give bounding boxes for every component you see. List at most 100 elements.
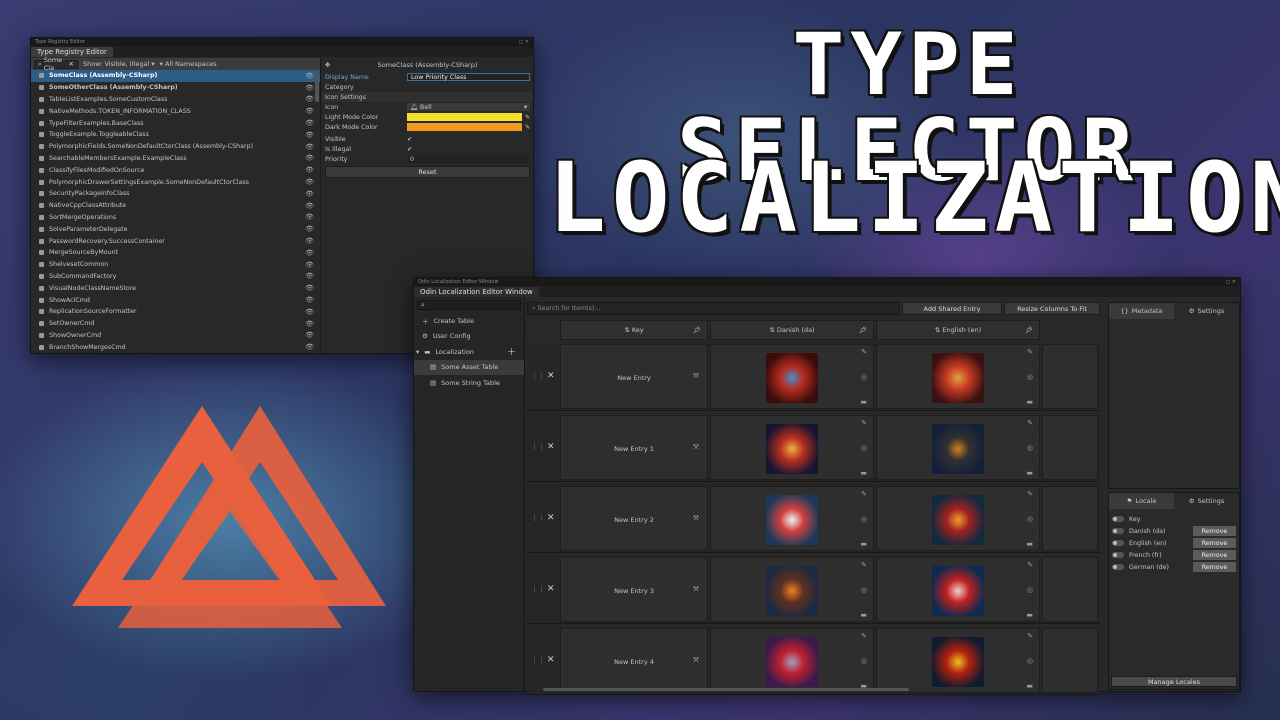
edit-icon[interactable]: ✎ bbox=[1027, 419, 1033, 427]
folder-icon[interactable]: ▬ bbox=[1026, 540, 1033, 548]
danish-asset-cell[interactable]: ✎ ◎ ▬ bbox=[710, 415, 874, 480]
eye-icon[interactable]: 👁︎ bbox=[305, 272, 314, 280]
illegal-checkbox[interactable]: ✔ bbox=[407, 146, 412, 153]
maximize-icon[interactable]: ◻ bbox=[519, 39, 523, 45]
category-input[interactable] bbox=[407, 83, 530, 91]
eye-icon[interactable]: 👁︎ bbox=[305, 202, 314, 210]
eye-icon[interactable]: 👁︎ bbox=[305, 237, 314, 245]
select-object-icon[interactable]: ◎ bbox=[1027, 515, 1033, 523]
wrench-icon[interactable]: ⚒ bbox=[693, 372, 699, 380]
icon-dropdown[interactable]: 🔔︎ Bell ▾ bbox=[407, 103, 530, 111]
column-header-key[interactable]: ⇅ Key 📌︎ bbox=[560, 320, 708, 340]
edit-icon[interactable]: ✎ bbox=[861, 490, 867, 498]
eyedropper-icon[interactable]: ✎ bbox=[525, 124, 530, 131]
folder-icon[interactable]: ▬ bbox=[1026, 682, 1033, 690]
type-list-item[interactable]: PolymorphicDrawerSettingsExample.SomeNon… bbox=[31, 176, 320, 188]
delete-entry-icon[interactable]: ✕ bbox=[547, 442, 555, 452]
locale-visibility-toggle[interactable] bbox=[1112, 552, 1124, 558]
visibility-filter-dropdown[interactable]: Show: Visible, Illegal ▾ bbox=[83, 60, 155, 68]
maximize-icon[interactable]: ◻ bbox=[1226, 279, 1230, 285]
sidebar-item-string-table[interactable]: ▤ Some String Table bbox=[414, 375, 524, 391]
eye-icon[interactable]: 👁︎ bbox=[305, 296, 314, 304]
type-list-item[interactable]: SomeOtherClass (Assembly-CSharp) 👁︎ bbox=[31, 82, 320, 94]
edit-icon[interactable]: ✎ bbox=[1027, 632, 1033, 640]
icon-settings-group[interactable]: Icon Settings bbox=[322, 92, 533, 102]
key-cell[interactable]: New Entry 1 ⚒ bbox=[560, 415, 708, 480]
type-list-item[interactable]: SortMergeOperations 👁︎ bbox=[31, 212, 320, 224]
eye-icon[interactable]: 👁︎ bbox=[305, 261, 314, 269]
select-object-icon[interactable]: ◎ bbox=[1027, 373, 1033, 381]
remove-locale-button[interactable]: Remove bbox=[1193, 550, 1236, 560]
delete-entry-icon[interactable]: ✕ bbox=[547, 655, 555, 665]
visible-checkbox[interactable]: ✔ bbox=[407, 136, 412, 143]
select-object-icon[interactable]: ◎ bbox=[861, 373, 867, 381]
type-list-item[interactable]: ToggleExample.ToggleableClass 👁︎ bbox=[31, 129, 320, 141]
select-object-icon[interactable]: ◎ bbox=[861, 586, 867, 594]
scrollbar[interactable] bbox=[315, 72, 319, 102]
tab-locale-settings[interactable]: ⚙ Settings bbox=[1174, 493, 1239, 509]
eye-icon[interactable]: 👁︎ bbox=[305, 154, 314, 162]
delete-entry-icon[interactable]: ✕ bbox=[547, 584, 555, 594]
folder-icon[interactable]: ▬ bbox=[1026, 469, 1033, 477]
key-cell[interactable]: New Entry 4 ⚒ bbox=[560, 628, 708, 693]
folder-icon[interactable]: ▬ bbox=[1026, 398, 1033, 406]
type-list-item[interactable]: ShelvesetCommon 👁︎ bbox=[31, 259, 320, 271]
eye-icon[interactable]: 👁︎ bbox=[305, 320, 314, 328]
eye-icon[interactable]: 👁︎ bbox=[305, 284, 314, 292]
select-object-icon[interactable]: ◎ bbox=[1027, 657, 1033, 665]
edit-icon[interactable]: ✎ bbox=[1027, 490, 1033, 498]
danish-asset-cell[interactable]: ✎ ◎ ▬ bbox=[710, 628, 874, 693]
english-asset-cell[interactable]: ✎ ◎ ▬ bbox=[876, 486, 1040, 551]
eye-icon[interactable]: 👁︎ bbox=[305, 84, 314, 92]
english-asset-cell[interactable]: ✎ ◎ ▬ bbox=[876, 557, 1040, 622]
key-cell[interactable]: New Entry 2 ⚒ bbox=[560, 486, 708, 551]
wrench-icon[interactable]: ⚒ bbox=[693, 656, 699, 664]
select-object-icon[interactable]: ◎ bbox=[1027, 444, 1033, 452]
type-list-item[interactable]: SolveParameterDelegate 👁︎ bbox=[31, 223, 320, 235]
select-object-icon[interactable]: ◎ bbox=[1027, 586, 1033, 594]
eye-icon[interactable]: 👁︎ bbox=[305, 249, 314, 257]
type-list-item[interactable]: NativeCppClassAttribute 👁︎ bbox=[31, 200, 320, 212]
eye-icon[interactable]: 👁︎ bbox=[305, 308, 314, 316]
remove-locale-button[interactable]: Remove bbox=[1193, 526, 1236, 536]
eye-icon[interactable]: 👁︎ bbox=[305, 107, 314, 115]
eye-icon[interactable]: 👁︎ bbox=[305, 331, 314, 339]
folder-icon[interactable]: ▬ bbox=[860, 398, 867, 406]
display-name-input[interactable]: Low Priority Class bbox=[407, 73, 530, 81]
sidebar-item-localization[interactable]: ▾ ▬ Localization ＋ bbox=[414, 344, 524, 360]
column-header-danish[interactable]: ⇅ Danish (da) 📌︎ bbox=[710, 320, 874, 340]
locale-visibility-toggle[interactable] bbox=[1112, 516, 1124, 522]
resize-columns-button[interactable]: Resize Columns To Fit bbox=[1004, 302, 1100, 315]
tab-localization-editor[interactable]: Odin Localization Editor Window bbox=[414, 287, 539, 297]
tab-metadata-settings[interactable]: ⚙ Settings bbox=[1174, 303, 1239, 319]
select-object-icon[interactable]: ◎ bbox=[861, 657, 867, 665]
type-list-item[interactable]: TableListExamples.SomeCustomClass 👁︎ bbox=[31, 94, 320, 106]
type-list-item[interactable]: VisualNodeClassNameStore 👁︎ bbox=[31, 282, 320, 294]
wrench-icon[interactable]: ⚒ bbox=[693, 443, 699, 451]
eye-icon[interactable]: 👁︎ bbox=[305, 343, 314, 351]
edit-icon[interactable]: ✎ bbox=[1027, 348, 1033, 356]
select-object-icon[interactable]: ◎ bbox=[861, 444, 867, 452]
type-list-item[interactable]: TypeFilterExamples.BaseClass 👁︎ bbox=[31, 117, 320, 129]
english-asset-cell[interactable]: ✎ ◎ ▬ bbox=[876, 628, 1040, 693]
locale-visibility-toggle[interactable] bbox=[1112, 564, 1124, 570]
drag-handle-icon[interactable]: ⋮⋮ bbox=[531, 443, 545, 451]
eye-icon[interactable]: 👁︎ bbox=[305, 119, 314, 127]
type-list-item[interactable]: NativeMethods.TOKEN_INFORMATION_CLASS 👁︎ bbox=[31, 105, 320, 117]
edit-icon[interactable]: ✎ bbox=[861, 632, 867, 640]
type-list-item[interactable]: ClassifyFilesModifiedOnSource 👁︎ bbox=[31, 164, 320, 176]
folder-icon[interactable]: ▬ bbox=[860, 540, 867, 548]
pin-icon[interactable]: 📌︎ bbox=[693, 326, 701, 334]
close-icon[interactable]: ✕ bbox=[525, 39, 529, 45]
drag-handle-icon[interactable]: ⋮⋮ bbox=[531, 585, 545, 593]
manage-locales-button[interactable]: Manage Locales bbox=[1111, 676, 1237, 687]
locale-visibility-toggle[interactable] bbox=[1112, 528, 1124, 534]
drag-handle-icon[interactable]: ⋮⋮ bbox=[531, 656, 545, 664]
locale-visibility-toggle[interactable] bbox=[1112, 540, 1124, 546]
edit-icon[interactable]: ✎ bbox=[861, 348, 867, 356]
sidebar-item-asset-table[interactable]: ▤ Some Asset Table bbox=[414, 359, 524, 375]
table-search-input[interactable]: ⌕ Search for Item(s)... bbox=[527, 302, 900, 315]
eyedropper-icon[interactable]: ✎ bbox=[525, 114, 530, 121]
wrench-icon[interactable]: ⚒ bbox=[693, 514, 699, 522]
remove-locale-button[interactable]: Remove bbox=[1193, 562, 1236, 572]
